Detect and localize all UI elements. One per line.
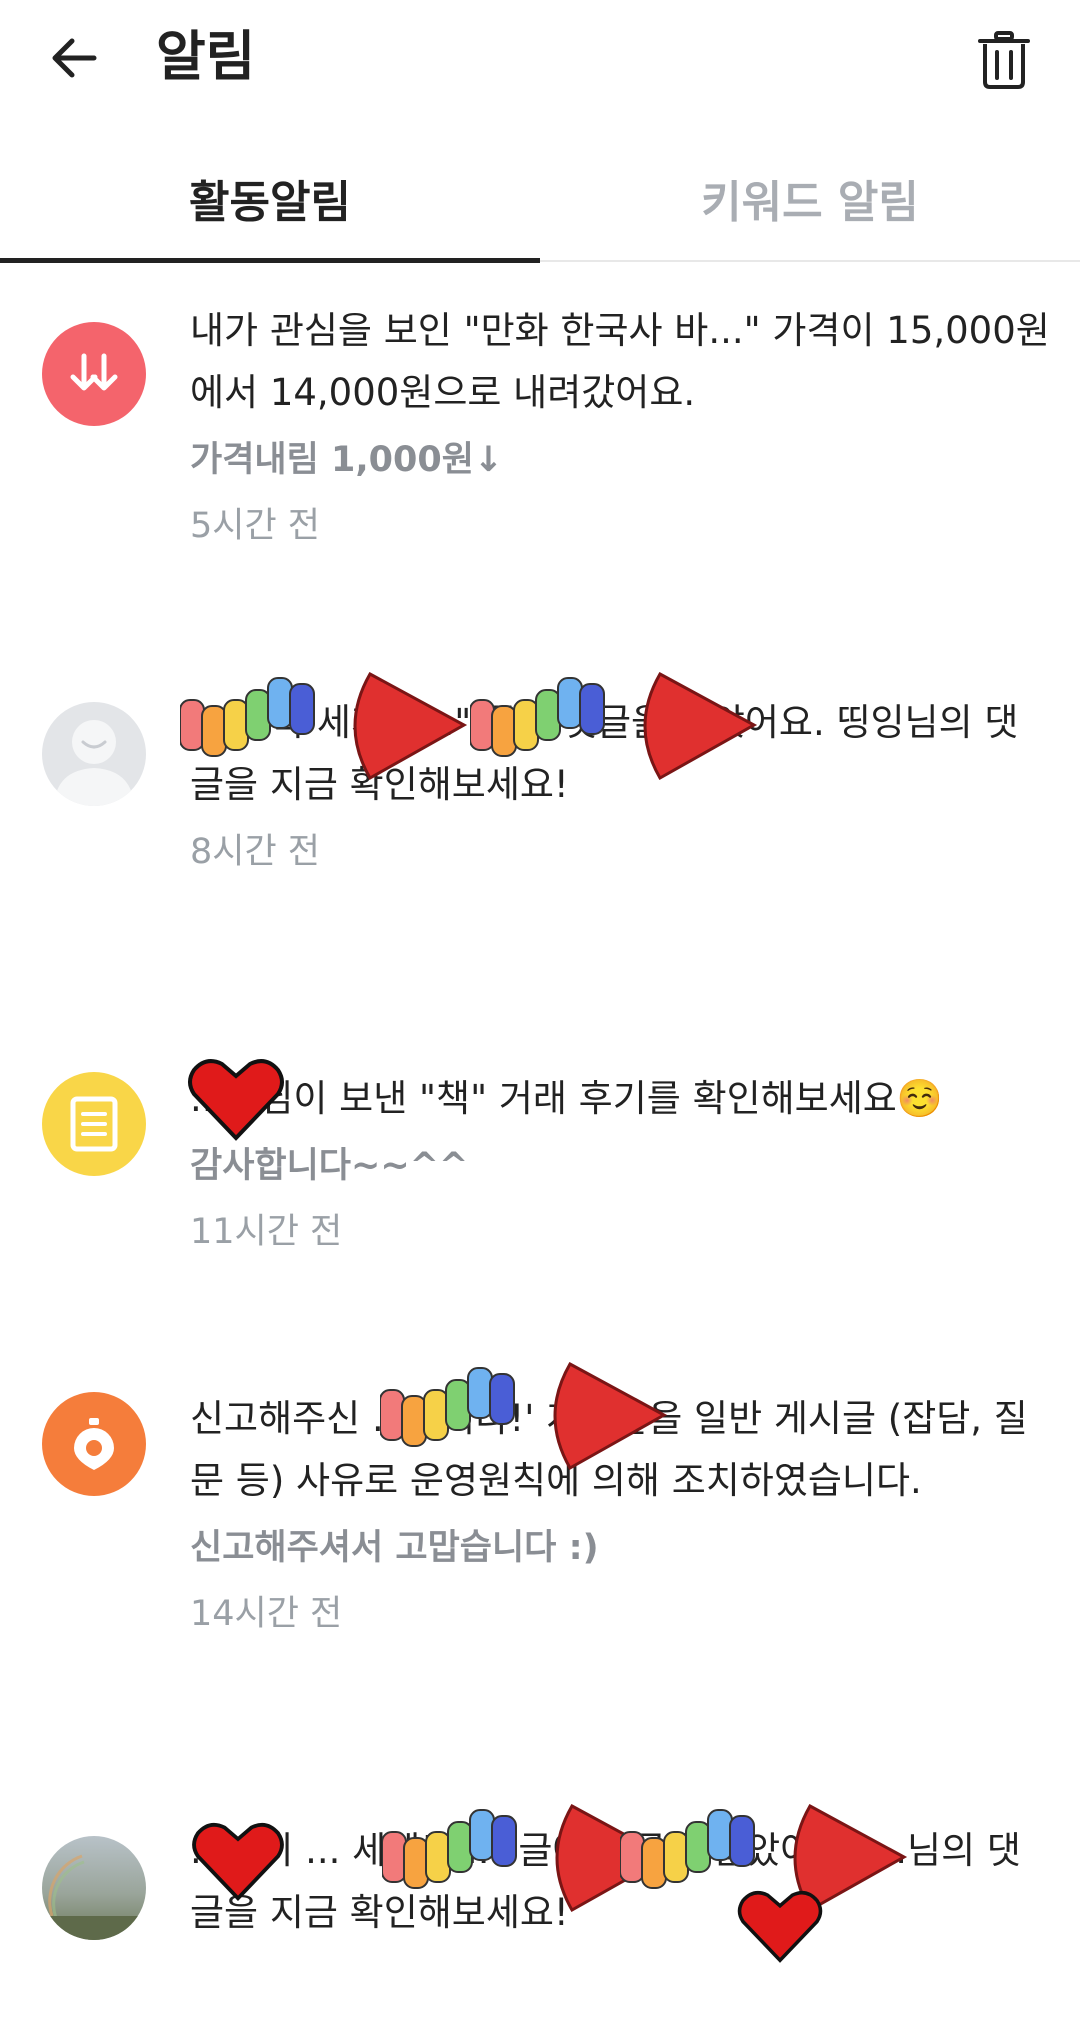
tab-label: 활동알림 <box>189 177 351 228</box>
notification-message: 내가 관심을 보인 "만화 한국사 바..." 가격이 15,000원에서 14… <box>190 309 1050 414</box>
notification-subtext: 신고해주셔서 고맙습니다 :) <box>190 1528 599 1568</box>
rainbow-photo-avatar <box>42 1836 146 1940</box>
review-document-icon <box>42 1072 146 1176</box>
back-button[interactable] <box>44 28 104 88</box>
notification-item-review[interactable]: ...이님이 보낸 "책" 거래 후기를 확인해보세요☺️ 감사합니다~~^^ … <box>0 1068 1080 1288</box>
notification-subtext: 가격내림 1,000원↓ <box>190 440 504 480</box>
delete-all-button[interactable] <box>972 28 1036 92</box>
notification-item-comment[interactable]: ...문 쪽 세계로..." 글에 댓글을 달았어요. 띵잉님의 댓글을 지금 … <box>0 692 1080 972</box>
notification-item-comment-2[interactable]: ...님이 ... 세계로..." 글에 댓글을 달았어요. ...님의 댓글을… <box>0 1820 1080 2022</box>
active-tab-indicator <box>0 258 540 263</box>
notification-message: ...이님이 보낸 "책" 거래 후기를 확인해보세요☺️ <box>190 1077 943 1120</box>
notification-message: ...님이 ... 세계로..." 글에 댓글을 달았어요. ...님의 댓글을… <box>190 1829 1021 1934</box>
notification-item-report[interactable]: 신고해주신 ...합니다!' 게시글을 일반 게시글 (잡담, 질문 등) 사유… <box>0 1388 1080 1708</box>
price-down-icon <box>42 322 146 426</box>
arrow-left-icon <box>52 38 97 78</box>
tab-label: 키워드 알림 <box>701 177 919 228</box>
notification-time: 5시간 전 <box>190 506 320 546</box>
trash-icon <box>978 31 1030 89</box>
notification-time: 8시간 전 <box>190 832 320 872</box>
notification-time: 14시간 전 <box>190 1594 343 1634</box>
app-header: 알림 <box>0 0 1080 120</box>
tab-keyword-notifications[interactable]: 키워드 알림 <box>540 148 1080 258</box>
profile-placeholder-icon <box>42 702 146 806</box>
notification-message: 신고해주신 ...합니다!' 게시글을 일반 게시글 (잡담, 질문 등) 사유… <box>190 1397 1028 1502</box>
tab-activity-notifications[interactable]: 활동알림 <box>0 148 540 258</box>
notification-message: ...문 쪽 세계로..." 글에 댓글을 달았어요. 띵잉님의 댓글을 지금 … <box>190 701 1019 806</box>
notification-item-price-drop[interactable]: 내가 관심을 보인 "만화 한국사 바..." 가격이 15,000원에서 14… <box>0 300 1080 600</box>
page-title: 알림 <box>156 25 256 88</box>
notification-time: 11시간 전 <box>190 1212 343 1252</box>
notification-subtext: 감사합니다~~^^ <box>190 1146 469 1186</box>
report-siren-icon <box>42 1392 146 1496</box>
notification-tabs: 활동알림 키워드 알림 <box>0 148 1080 263</box>
